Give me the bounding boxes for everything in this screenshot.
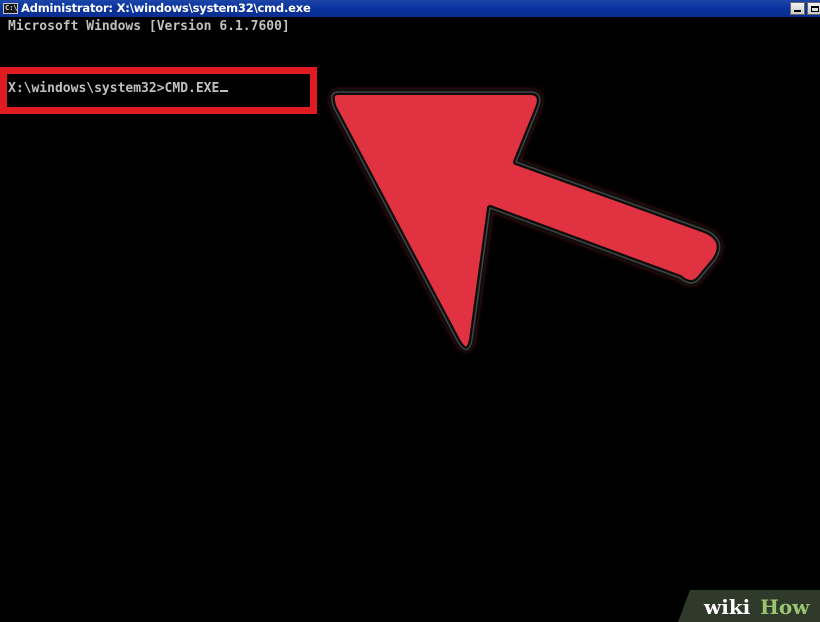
cmd-app-icon[interactable]: C:\ [3,3,18,14]
title-bar[interactable]: C:\ Administrator: X:\windows\system32\c… [0,0,820,17]
maximize-icon [811,6,819,12]
cmd-window: C:\ Administrator: X:\windows\system32\c… [0,0,820,622]
minimize-button[interactable] [790,2,805,15]
minimize-icon [794,10,801,12]
window-title: Administrator: X:\windows\system32\cmd.e… [21,1,311,15]
arrow-pointer-icon [328,89,723,353]
watermark-wiki-text: wiki [704,595,751,619]
maximize-button[interactable] [807,2,820,15]
version-line: Microsoft Windows [Version 6.1.7600] [8,19,290,34]
command-highlight-box [0,67,317,114]
watermark-how-text: How [760,595,810,619]
wikihow-watermark: wiki How [678,590,820,622]
cmd-app-icon-glyph: C:\ [5,4,18,12]
